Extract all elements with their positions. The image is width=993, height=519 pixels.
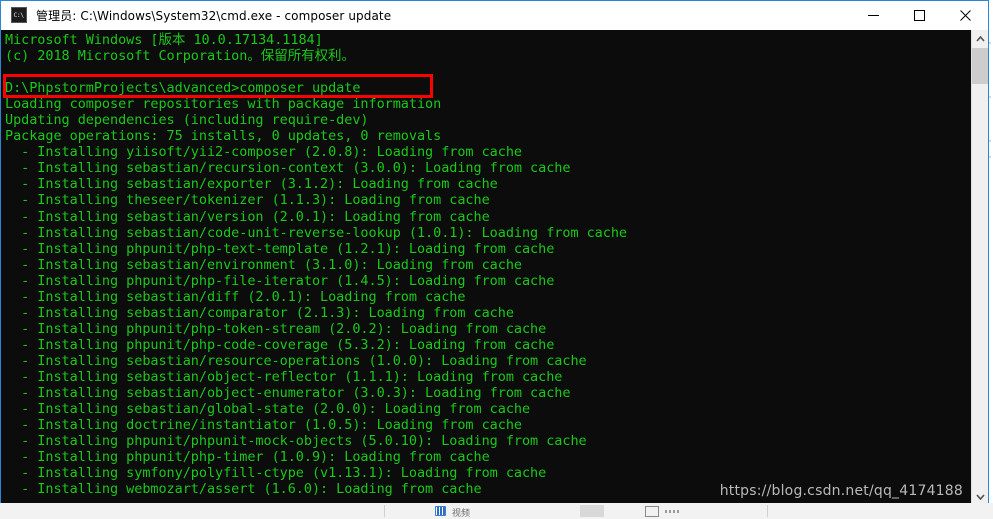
desktop-background: ▤ ≡ ⁄ ⁙ 管理员: C:\Windows\System32\cmd.exe… — [0, 0, 993, 519]
console-line: - Installing phpunit/php-file-iterator (… — [5, 272, 555, 289]
console-line: - Installing phpunit/php-token-stream (2… — [5, 320, 547, 337]
taskbar-video-icon[interactable] — [435, 506, 446, 516]
console-line: - Installing sebastian/diff (2.0.1): Loa… — [5, 288, 466, 305]
close-button[interactable] — [942, 1, 988, 30]
scrollbar-thumb[interactable] — [972, 48, 988, 84]
console-line: - Installing sebastian/environment (3.1.… — [5, 256, 522, 273]
taskbar-preview-box[interactable] — [580, 505, 604, 517]
console-line: - Installing sebastian/exporter (3.1.2):… — [5, 176, 498, 193]
console-line: - Installing sebastian/object-reflector … — [5, 368, 563, 385]
console-line: - Installing phpunit/phpunit-mock-object… — [5, 433, 587, 450]
taskbar-divider — [384, 505, 385, 517]
console-line: Package operations: 75 installs, 0 updat… — [5, 128, 442, 145]
console-line: - Installing sebastian/code-unit-reverse… — [5, 224, 627, 241]
console-line: - Installing phpunit/php-timer (1.0.9): … — [5, 449, 490, 466]
console-scrollbar[interactable] — [971, 30, 988, 505]
taskbar-item-label: 视频 — [452, 509, 471, 519]
minimize-button[interactable] — [850, 1, 896, 30]
maximize-button[interactable] — [896, 1, 942, 30]
console-line: - Installing symfony/polyfill-ctype (v1.… — [5, 465, 547, 482]
window-title: 管理员: C:\Windows\System32\cmd.exe - compo… — [36, 8, 392, 23]
console-line: (c) 2018 Microsoft Corporation。保留所有权利。 — [5, 48, 355, 65]
console-line: - Installing doctrine/instantiator (1.0.… — [5, 417, 522, 434]
console-line: - Installing sebastian/object-enumerator… — [5, 385, 571, 402]
cmd-console-window: 管理员: C:\Windows\System32\cmd.exe - compo… — [0, 0, 989, 506]
cmd-console-icon — [11, 7, 27, 23]
console-line: - Installing phpunit/php-code-coverage (… — [5, 336, 555, 353]
taskbar-window-icon[interactable] — [645, 506, 659, 517]
scrollbar-up-arrow[interactable] — [972, 30, 988, 47]
console-line: - Installing sebastian/version (2.0.1): … — [5, 208, 490, 225]
console-line: Loading composer repositories with packa… — [5, 96, 442, 113]
console-line: - Installing sebastian/global-state (2.0… — [5, 401, 531, 418]
console-line: - Installing yiisoft/yii2-composer (2.0.… — [5, 144, 522, 161]
console-line: - Installing phpunit/php-text-template (… — [5, 240, 555, 257]
console-line: - Installing sebastian/comparator (2.1.3… — [5, 304, 514, 321]
console-line: - Installing sebastian/recursion-context… — [5, 160, 571, 177]
taskbar[interactable]: 视频 — [0, 503, 993, 519]
taskbar-dots — [665, 510, 679, 513]
window-titlebar[interactable]: 管理员: C:\Windows\System32\cmd.exe - compo… — [1, 1, 988, 30]
console-line: - Installing theseer/tokenizer (1.1.3): … — [5, 192, 490, 209]
console-line: Microsoft Windows [版本 10.0.17134.1184] — [5, 32, 323, 48]
console-line: - Installing sebastian/resource-operatio… — [5, 352, 587, 369]
console-line: Updating dependencies (including require… — [5, 112, 369, 129]
window-controls — [850, 1, 988, 30]
console-body: Microsoft Windows [版本 10.0.17134.1184] (c… — [1, 30, 988, 505]
console-output[interactable]: Microsoft Windows [版本 10.0.17134.1184] (c… — [1, 30, 971, 505]
console-line: D:\PhpstormProjects\advanced>composer up… — [5, 80, 361, 97]
taskbar-divider — [767, 505, 768, 517]
watermark-text: https://blog.csdn.net/qq_4174188 — [719, 483, 963, 499]
